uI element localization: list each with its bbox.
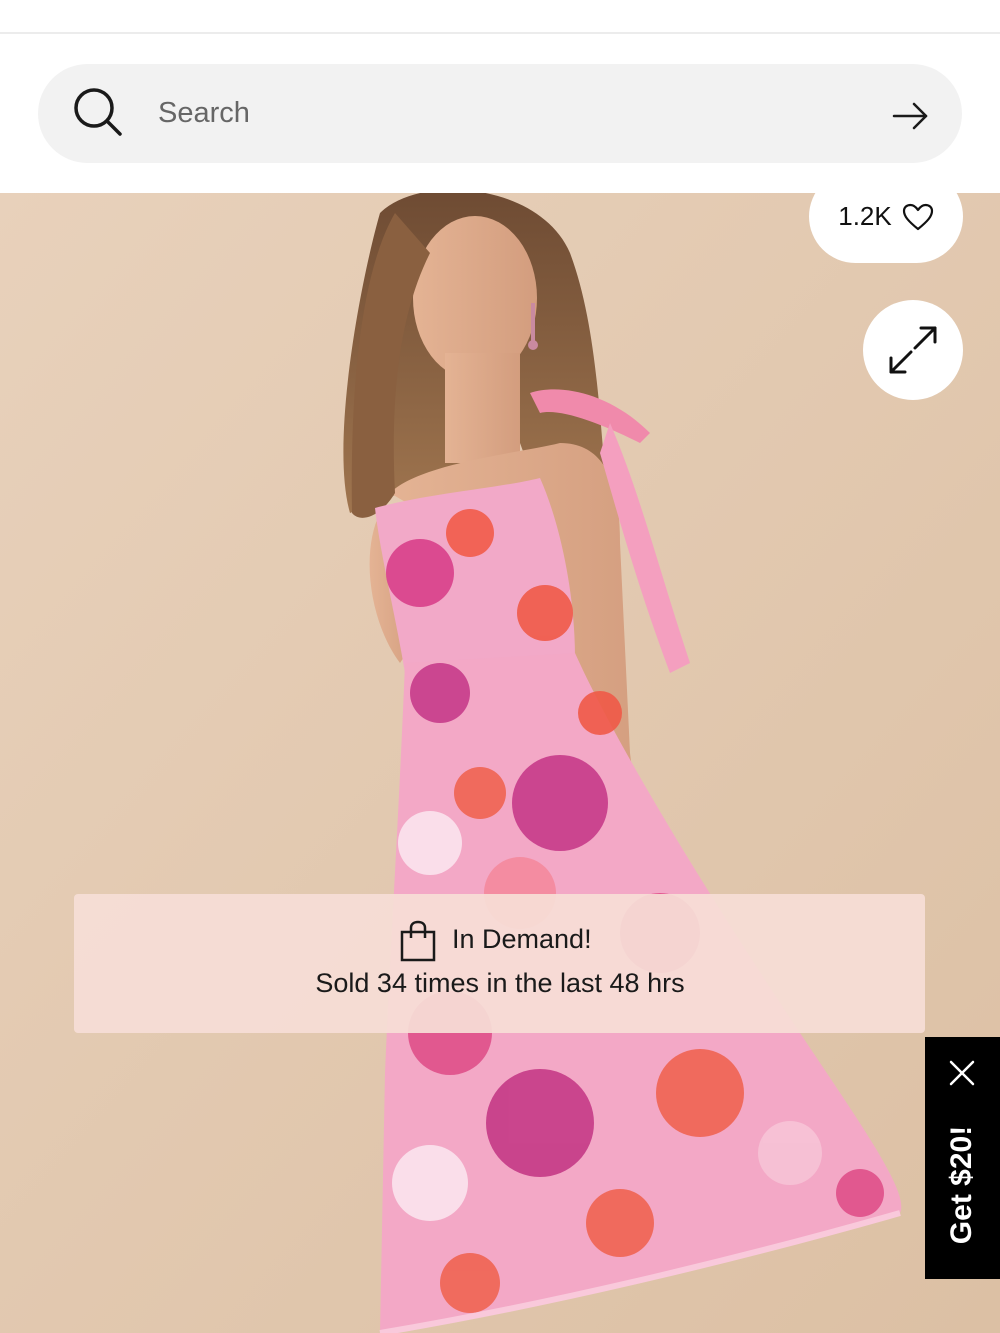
expand-image-button[interactable]	[863, 300, 963, 400]
product-photo	[0, 193, 1000, 1333]
in-demand-subtitle: Sold 34 times in the last 48 hrs	[315, 968, 685, 998]
in-demand-banner	[74, 894, 925, 1033]
like-button[interactable]: 1.2K	[809, 170, 963, 263]
product-image[interactable]	[0, 193, 1000, 1333]
expand-icon	[889, 326, 937, 374]
shopping-bag-icon	[400, 920, 436, 962]
arrow-right-icon[interactable]	[888, 96, 932, 136]
like-count: 1.2K	[838, 201, 892, 231]
close-icon[interactable]	[949, 1060, 975, 1086]
search-icon[interactable]	[72, 86, 124, 138]
promo-label[interactable]: Get $20!	[945, 1126, 979, 1244]
status-strip	[0, 0, 1000, 34]
in-demand-title: In Demand!	[452, 924, 592, 954]
heart-icon	[902, 203, 933, 230]
search-input[interactable]	[156, 88, 860, 138]
